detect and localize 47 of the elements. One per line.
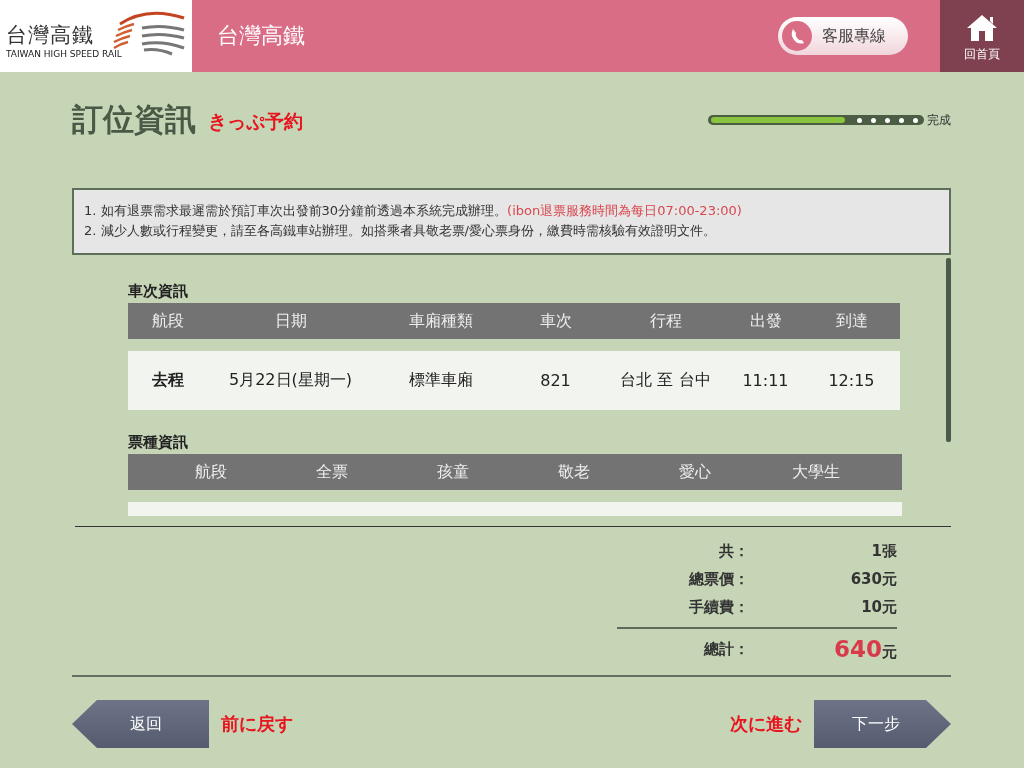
scrollbar[interactable] xyxy=(946,258,951,442)
column-header: 愛心 xyxy=(677,461,712,483)
summary-label: 手續費： xyxy=(688,597,750,617)
home-button[interactable]: 回首頁 xyxy=(940,0,1024,72)
column-header: 全票 xyxy=(314,461,349,483)
table-cell-text: 12:15 xyxy=(827,371,876,390)
summary-label: 總票價： xyxy=(687,569,750,589)
section-title: 票種資訊 xyxy=(128,432,189,452)
table-cell-text: 標準車廂 xyxy=(407,370,474,391)
back-button[interactable]: 返回 xyxy=(72,700,209,748)
summary-value: 10元 xyxy=(860,597,897,617)
column-header: 到達 xyxy=(834,310,869,332)
column-header: 出發 xyxy=(748,310,783,332)
page-title: 訂位資訊 xyxy=(72,100,196,139)
back-hint: 前に戻す xyxy=(221,712,293,736)
next-hint: 次に進む xyxy=(730,712,802,736)
column-header: 航段 xyxy=(193,461,228,483)
progress-label: 完成 xyxy=(927,111,951,129)
section-title: 車次資訊 xyxy=(128,281,189,301)
page-subtitle: きっぷ予約 xyxy=(208,109,304,134)
column-header: 孩童 xyxy=(435,461,470,483)
logo-text: 台灣高鐵 xyxy=(6,22,94,49)
summary-value: 640元 xyxy=(833,636,897,662)
hotline-button[interactable]: 客服專線 xyxy=(778,17,908,55)
summary-label: 共： xyxy=(718,541,750,561)
phone-icon xyxy=(782,21,812,51)
logo-subtext: TAIWAN HIGH SPEED RAIL xyxy=(6,49,123,59)
column-header: 行程 xyxy=(648,310,683,332)
summary-value: 630元 xyxy=(849,569,897,589)
summary-label: 總計： xyxy=(702,639,750,659)
house-icon xyxy=(966,14,998,42)
table-cell-text: 11:11 xyxy=(741,371,790,390)
summary-value: 1張 xyxy=(870,541,897,561)
notice-line: 2. 減少人數或行程變更，請至各高鐵車站辦理。如搭乘者具敬老票/愛心票身份，繳費時需核驗有效證明文件。 xyxy=(84,222,717,240)
table-cell-text: 5月22日(星期一) xyxy=(228,370,353,391)
column-header: 大學生 xyxy=(790,461,841,483)
table-cell-text: 台北 至 台中 xyxy=(619,370,712,391)
next-button[interactable]: 下一步 xyxy=(814,700,951,748)
header-title: 台灣高鐵 xyxy=(217,22,306,50)
notice-line: 1. 如有退票需求最遲需於預訂車次出發前30分鐘前透過本系統完成辦理。(ibon退票服務時間為每日07:00-23:00) xyxy=(84,202,743,220)
column-header: 車次 xyxy=(538,310,573,332)
column-header: 日期 xyxy=(273,310,308,332)
column-header: 車廂種類 xyxy=(407,310,474,332)
column-header: 敬老 xyxy=(556,461,591,483)
table-cell-text: 去程 xyxy=(151,370,185,391)
column-header: 航段 xyxy=(151,310,185,332)
table-cell-text: 821 xyxy=(539,371,572,390)
